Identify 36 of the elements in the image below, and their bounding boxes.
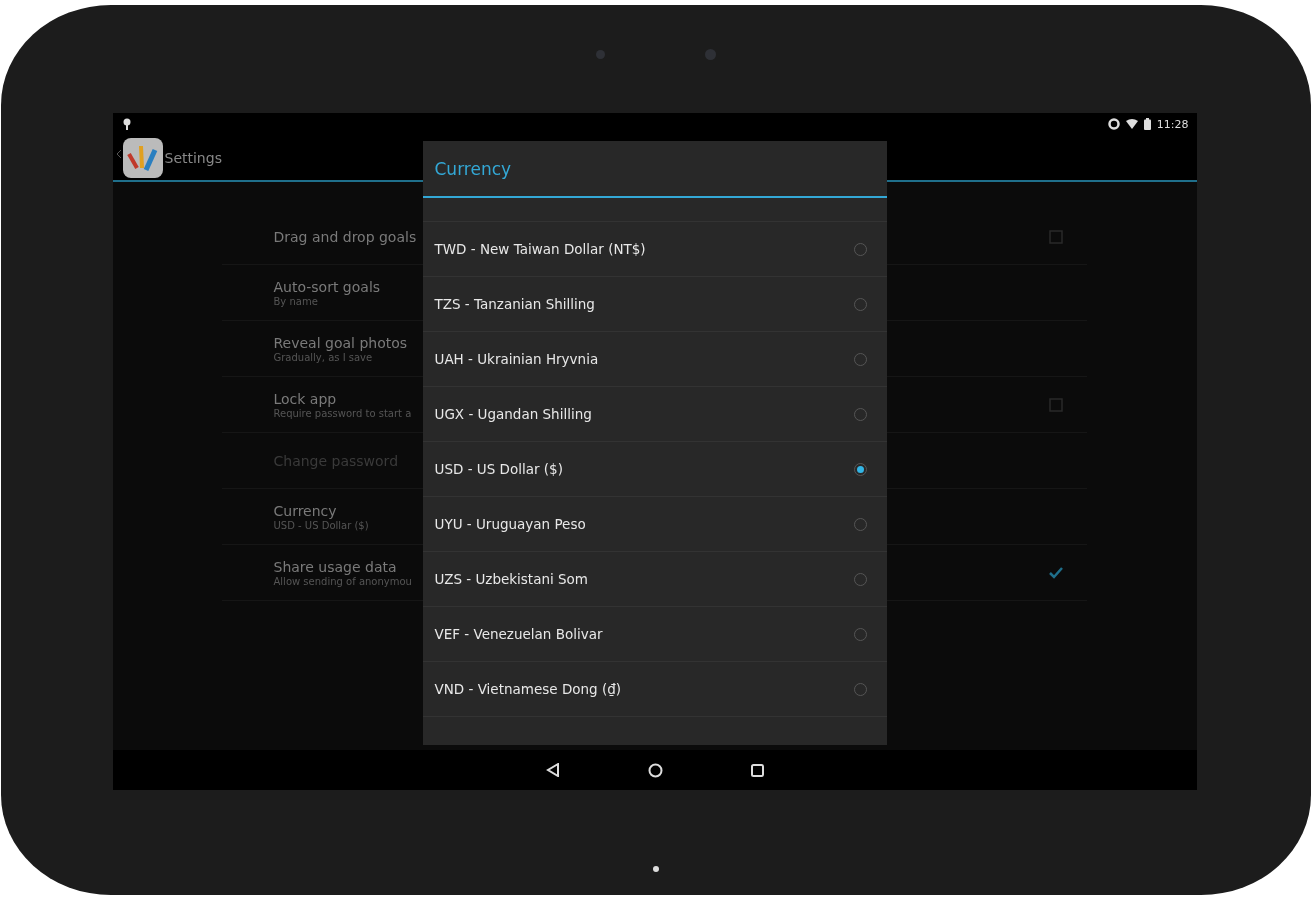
back-icon[interactable] [545, 763, 560, 777]
currency-option[interactable]: VND - Vietnamese Dong (₫) [422, 662, 887, 717]
app-logo-icon[interactable] [116, 135, 163, 180]
currency-option[interactable]: UAH - Ukrainian Hryvnia [422, 332, 887, 387]
currency-option[interactable]: UYU - Uruguayan Peso [422, 497, 887, 552]
checkbox[interactable] [1048, 397, 1063, 412]
android-icon [122, 118, 131, 130]
checkbox[interactable] [1048, 229, 1063, 244]
clock-time: 11:28 [1156, 117, 1189, 131]
currency-option[interactable]: UZS - Uzbekistani Som [422, 552, 887, 607]
setting-title: Currency [273, 502, 338, 519]
setting-title: Auto-sort goals [273, 278, 381, 295]
currency-option[interactable]: TWD - New Taiwan Dollar (NT$) [422, 222, 887, 277]
setting-summary: Allow sending of anonymou [273, 575, 412, 587]
dialog-title: Currency [434, 158, 512, 179]
checkbox[interactable] [1048, 565, 1063, 580]
currency-option[interactable]: VEF - Venezuelan Bolivar [422, 607, 887, 662]
setting-title: Drag and drop goals [273, 228, 417, 245]
currency-option[interactable]: TZS - Tanzanian Shilling [422, 277, 887, 332]
setting-title: Share usage data [273, 558, 398, 575]
currency-option[interactable]: USD - US Dollar ($) [422, 442, 887, 497]
screen-title: Settings [164, 149, 222, 166]
indicator-light [653, 865, 659, 872]
setting-summary: Require password to start a [273, 407, 412, 419]
sensor-icon [596, 49, 605, 59]
recents-icon[interactable] [750, 763, 764, 777]
setting-summary: By name [273, 295, 319, 307]
setting-title: Lock app [273, 390, 338, 407]
sync-icon [1107, 118, 1120, 130]
wifi-icon [1125, 119, 1138, 129]
battery-icon [1143, 118, 1151, 130]
setting-title: Reveal goal photos [273, 334, 408, 351]
setting-summary: USD - US Dollar ($) [273, 519, 369, 531]
currency-option[interactable]: UGX - Ugandan Shilling [422, 387, 887, 442]
camera-icon [705, 48, 716, 60]
home-icon[interactable] [647, 762, 663, 778]
